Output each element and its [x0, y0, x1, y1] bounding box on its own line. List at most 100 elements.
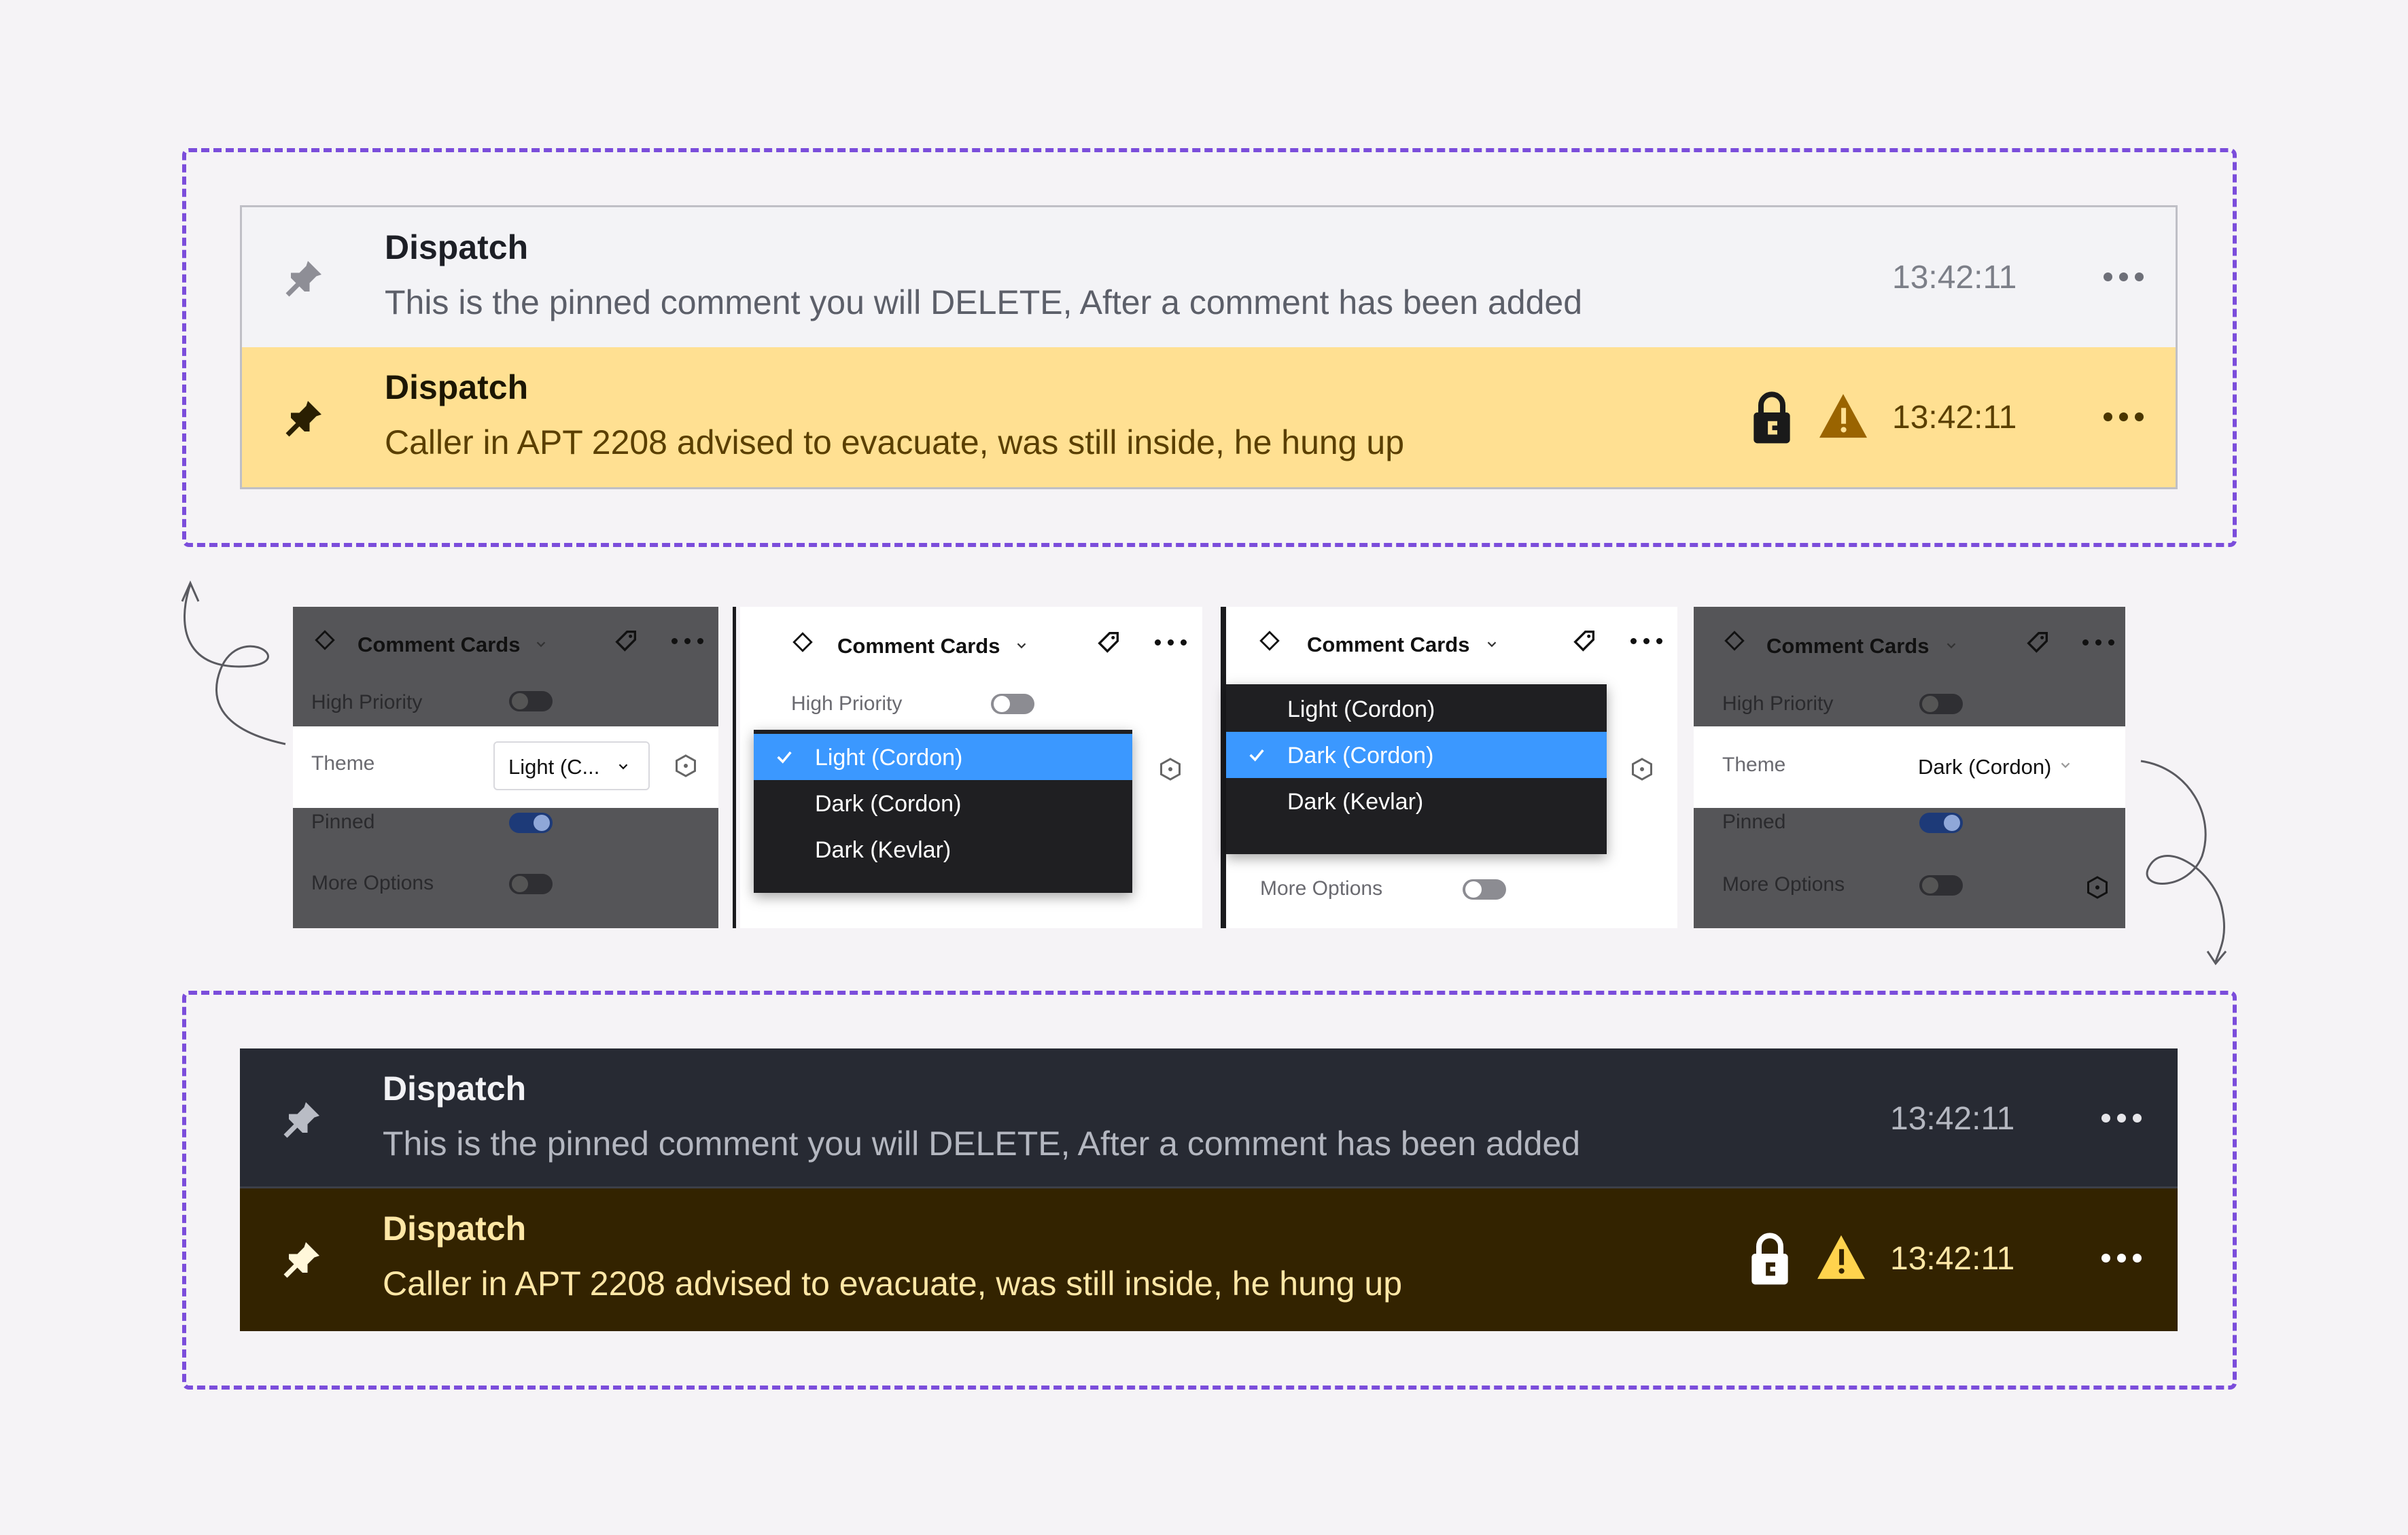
- more-icon[interactable]: [670, 627, 704, 654]
- theme-option[interactable]: Dark (Cordon): [754, 780, 1132, 826]
- more-options-label: More Options: [1260, 877, 1383, 900]
- comment-timestamp: 13:42:11: [1890, 1101, 2015, 1137]
- comment-author: Dispatch: [383, 1210, 527, 1248]
- chevron-down-icon: [2061, 762, 2070, 769]
- diamond-icon: [792, 632, 813, 652]
- pin-icon[interactable]: [282, 1239, 323, 1280]
- settings-panel-light-collapsed: Comment Cards High Priority Theme Light …: [293, 607, 718, 928]
- comment-message: This is the pinned comment you will DELE…: [383, 1125, 1581, 1163]
- comment-card-pinned[interactable]: Dispatch Caller in APT 2208 advised to e…: [242, 347, 2176, 487]
- theme-select-value: Light (C...: [508, 755, 600, 779]
- high-priority-toggle[interactable]: [509, 691, 553, 711]
- curly-arrow-left-icon: [181, 580, 286, 745]
- settings-panel-dark-collapsed: Comment Cards High Priority Theme Dark (…: [1694, 607, 2125, 928]
- pinned-toggle[interactable]: [1919, 813, 1963, 833]
- more-icon[interactable]: [2094, 1097, 2148, 1138]
- more-icon[interactable]: [2081, 629, 2115, 656]
- comment-timestamp: 13:42:11: [1892, 260, 2017, 296]
- magic-tag-icon[interactable]: [1095, 629, 1122, 656]
- high-priority-toggle[interactable]: [991, 694, 1034, 714]
- settings-hex-icon[interactable]: [1158, 757, 1183, 781]
- comment-card[interactable]: Dispatch This is the pinned comment you …: [242, 207, 2176, 347]
- high-priority-label: High Priority: [1722, 692, 1834, 715]
- settings-hex-icon[interactable]: [2085, 875, 2110, 900]
- more-options-label: More Options: [1722, 873, 1845, 896]
- theme-label: Theme: [311, 752, 375, 775]
- more-options-toggle[interactable]: [1463, 879, 1506, 900]
- high-priority-label: High Priority: [791, 692, 903, 715]
- more-icon[interactable]: [2094, 1237, 2148, 1278]
- chevron-down-icon[interactable]: [1944, 638, 1959, 653]
- theme-option-label: Light (Cordon): [1287, 696, 1435, 722]
- pin-icon[interactable]: [282, 1099, 323, 1140]
- theme-option-label: Dark (Cordon): [1287, 743, 1434, 769]
- pinned-toggle[interactable]: [509, 813, 553, 833]
- theme-select[interactable]: Light (C...: [493, 741, 650, 790]
- warning-icon: [1819, 393, 1867, 438]
- theme-row: Theme Light (C...: [293, 726, 718, 808]
- pinned-label: Pinned: [1722, 811, 1786, 833]
- comment-author: Dispatch: [385, 368, 529, 406]
- theme-option[interactable]: Dark (Kevlar): [754, 826, 1132, 872]
- settings-hex-icon[interactable]: [674, 754, 698, 778]
- high-priority-toggle[interactable]: [1919, 694, 1963, 714]
- theme-option-label: Dark (Cordon): [815, 791, 962, 817]
- theme-option[interactable]: Light (Cordon): [1226, 686, 1607, 732]
- more-options-label: More Options: [311, 872, 434, 894]
- theme-dropdown-menu: Light (Cordon) Dark (Cordon) Dark (Kevla…: [1226, 684, 1607, 854]
- comment-card[interactable]: Dispatch This is the pinned comment you …: [240, 1048, 2178, 1188]
- lock-icon: [1751, 1233, 1788, 1285]
- light-comment-list: Dispatch This is the pinned comment you …: [240, 205, 2178, 489]
- chevron-down-icon: [618, 764, 628, 770]
- chevron-down-icon[interactable]: [1014, 638, 1029, 653]
- theme-option-selected[interactable]: Light (Cordon): [754, 734, 1132, 780]
- panel-title: Comment Cards: [1766, 634, 1930, 658]
- panel-title: Comment Cards: [357, 633, 521, 656]
- lock-icon: [1753, 391, 1790, 444]
- comment-timestamp: 13:42:11: [1890, 1241, 2015, 1277]
- more-icon[interactable]: [1153, 629, 1187, 656]
- check-icon: [777, 751, 792, 764]
- diamond-icon: [1724, 631, 1745, 651]
- pin-icon[interactable]: [284, 258, 325, 298]
- theme-option-label: Dark (Kevlar): [1287, 789, 1424, 815]
- high-priority-label: High Priority: [311, 691, 423, 713]
- diamond-icon: [1259, 631, 1280, 651]
- more-options-toggle[interactable]: [509, 874, 553, 894]
- more-icon[interactable]: [1629, 627, 1663, 654]
- more-icon[interactable]: [2096, 396, 2150, 437]
- dark-comment-list: Dispatch This is the pinned comment you …: [240, 1048, 2178, 1331]
- theme-option[interactable]: Dark (Kevlar): [1226, 778, 1607, 824]
- curly-arrow-right-icon: [2140, 760, 2227, 966]
- panel-divider: [733, 607, 736, 928]
- theme-label: Theme: [1722, 754, 1786, 776]
- comment-message: This is the pinned comment you will DELE…: [385, 283, 1583, 321]
- pinned-label: Pinned: [311, 811, 375, 833]
- comment-card-pinned[interactable]: Dispatch Caller in APT 2208 advised to e…: [240, 1188, 2178, 1331]
- comment-message: Caller in APT 2208 advised to evacuate, …: [383, 1265, 1402, 1303]
- theme-option-selected[interactable]: Dark (Cordon): [1226, 732, 1607, 778]
- diamond-icon: [315, 630, 335, 650]
- comment-timestamp: 13:42:11: [1892, 400, 2017, 436]
- check-icon: [1249, 749, 1264, 762]
- chevron-down-icon[interactable]: [1484, 637, 1499, 652]
- pin-icon[interactable]: [284, 398, 325, 438]
- panel-title: Comment Cards: [837, 634, 1000, 658]
- comment-author: Dispatch: [383, 1070, 527, 1108]
- theme-dropdown-menu: Light (Cordon) Dark (Cordon) Dark (Kevla…: [754, 730, 1132, 893]
- theme-row: Theme Dark (Cordon): [1694, 726, 2125, 808]
- theme-select[interactable]: Dark (Cordon): [1910, 741, 2087, 790]
- comment-author: Dispatch: [385, 228, 529, 266]
- magic-tag-icon[interactable]: [2024, 629, 2051, 656]
- theme-option-label: Dark (Kevlar): [815, 837, 952, 863]
- magic-tag-icon[interactable]: [1571, 627, 1598, 654]
- theme-select-value: Dark (Cordon): [1918, 755, 2052, 779]
- warning-icon: [1817, 1235, 1865, 1280]
- magic-tag-icon[interactable]: [612, 627, 640, 654]
- chevron-down-icon[interactable]: [534, 637, 548, 652]
- theme-option-label: Light (Cordon): [815, 745, 963, 771]
- settings-hex-icon[interactable]: [1630, 757, 1654, 781]
- more-options-toggle[interactable]: [1919, 875, 1963, 896]
- settings-panel-dark-menu: Comment Cards More Options Light (Cordon…: [1226, 607, 1677, 928]
- more-icon[interactable]: [2096, 256, 2150, 297]
